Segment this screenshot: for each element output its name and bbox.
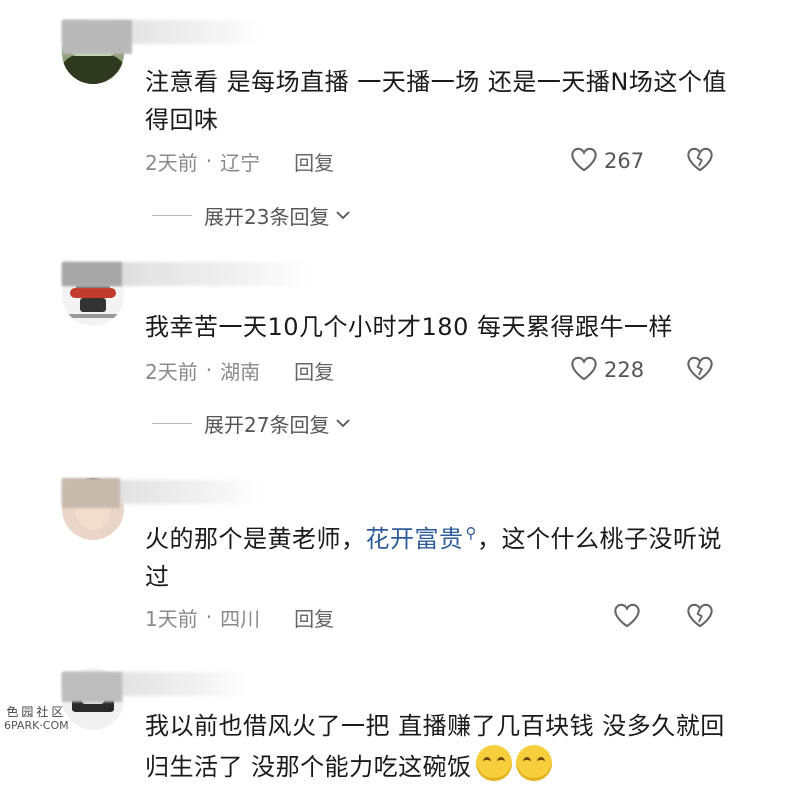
divider-line <box>152 214 192 216</box>
comment-location: 辽宁 <box>220 150 261 175</box>
comment-text: 我幸苦一天10几个小时才180 每天累得跟牛一样 <box>145 313 673 341</box>
reply-button[interactable]: 回复 <box>294 356 334 385</box>
comment-item: 注意看 是每场直播 一天播一场 还是一天播N场这个值得回味 2天前 · 辽宁 回… <box>0 0 800 240</box>
grin-emoji-icon <box>475 745 512 781</box>
reply-button[interactable]: 回复 <box>294 603 334 632</box>
comment-text: 火的那个是黄老师，花开富贵 ⚲，这个什么桃子没听说过 <box>145 514 725 596</box>
dislike-button[interactable] <box>686 146 714 176</box>
like-button[interactable] <box>613 602 647 632</box>
watermark: 色园社区 6PARK·COM <box>4 705 69 733</box>
heart-outline-icon <box>570 355 604 386</box>
broken-heart-icon <box>686 355 714 385</box>
watermark-en: 6PARK·COM <box>4 719 69 732</box>
comment-item: 我以前也借风火了一把 直播赚了几百块钱 没多久就回归生活了 没那个能力吃这碗饭 <box>0 650 800 790</box>
heart-outline-icon <box>613 602 647 633</box>
chevron-down-icon <box>335 209 351 221</box>
comment-text: 我以前也借风火了一把 直播赚了几百块钱 没多久就回归生活了 没那个能力吃这碗饭 <box>145 707 725 786</box>
like-count: 267 <box>604 149 645 173</box>
mosaic-redaction <box>62 478 120 508</box>
comment-item: 火的那个是黄老师，花开富贵 ⚲，这个什么桃子没听说过 1天前 · 四川 回复 <box>0 450 800 650</box>
expand-replies[interactable]: 展开23条回复 <box>152 200 351 230</box>
separator-dot: · <box>205 358 213 382</box>
expand-replies-label: 展开23条回复 <box>204 204 330 229</box>
divider-line <box>152 422 192 424</box>
broken-heart-icon <box>686 146 714 176</box>
comment-text-part: 火的那个是黄老师， <box>145 525 366 553</box>
mosaic-redaction <box>62 20 132 54</box>
comment-location: 四川 <box>220 606 261 631</box>
like-count: 228 <box>604 358 645 382</box>
expand-replies-label: 展开27条回复 <box>204 412 330 437</box>
comment-location: 湖南 <box>220 359 261 384</box>
search-icon: ⚲ <box>465 524 477 542</box>
comment-time: 2天前 <box>145 150 198 175</box>
comment-text-part: 我以前也借风火了一把 直播赚了几百块钱 没多久就回归生活了 没那个能力吃这碗饭 <box>145 712 725 781</box>
comment-item: 我幸苦一天10几个小时才180 每天累得跟牛一样 2天前 · 湖南 回复 228… <box>0 240 800 450</box>
reply-button[interactable]: 回复 <box>294 147 334 176</box>
comment-time: 2天前 <box>145 359 198 384</box>
dislike-button[interactable] <box>686 355 714 385</box>
comment-meta: 2天前 · 湖南 回复 <box>145 355 334 385</box>
expand-replies[interactable]: 展开27条回复 <box>152 408 351 438</box>
separator-dot: · <box>205 149 213 173</box>
watermark-cn: 色园社区 <box>6 705 67 719</box>
separator-dot: · <box>205 605 213 629</box>
mosaic-redaction <box>62 262 122 286</box>
comment-meta: 1天前 · 四川 回复 <box>145 602 334 632</box>
like-button[interactable]: 228 <box>570 355 644 385</box>
comment-time: 1天前 <box>145 606 198 631</box>
topic-link[interactable]: 花开富贵 ⚲ <box>365 524 478 553</box>
broken-heart-icon <box>686 602 714 632</box>
grin-emoji-icon <box>515 745 552 781</box>
comment-meta: 2天前 · 辽宁 回复 <box>145 146 334 176</box>
dislike-button[interactable] <box>686 602 714 632</box>
like-button[interactable]: 267 <box>570 146 644 176</box>
mosaic-redaction <box>62 672 122 702</box>
comment-text: 注意看 是每场直播 一天播一场 还是一天播N场这个值得回味 <box>145 68 727 134</box>
chevron-down-icon <box>335 417 351 429</box>
heart-outline-icon <box>570 146 604 177</box>
topic-link-label: 花开富贵 <box>365 525 464 553</box>
